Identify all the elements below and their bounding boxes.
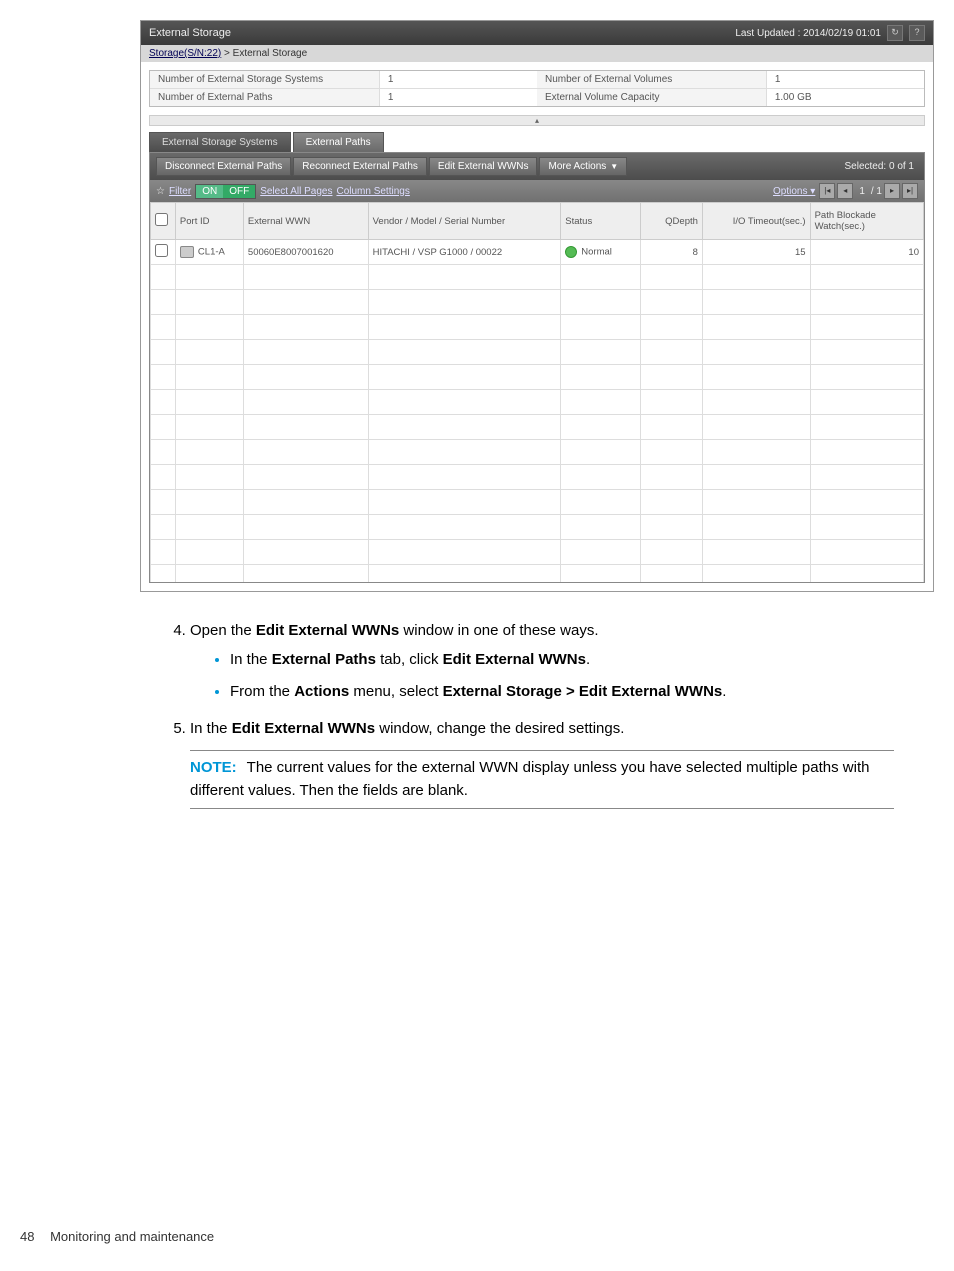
filter-toggle[interactable]: ON OFF [195,184,256,199]
chevron-down-icon: ▼ [610,162,618,171]
summary-row: Number of External Storage Systems 1 [150,71,537,89]
col-vendor-model[interactable]: Vendor / Model / Serial Number [368,203,561,240]
filter-bar: ☆ Filter ON OFF Select All Pages Column S… [150,180,924,202]
cell-timeout: 15 [702,240,810,265]
options-dropdown[interactable]: Options ▾ [773,186,815,197]
col-io-timeout[interactable]: I/O Timeout(sec.) [702,203,810,240]
pager-prev-icon[interactable]: ◂ [837,183,853,199]
summary-label: External Volume Capacity [537,89,767,106]
filter-link[interactable]: Filter [169,186,191,197]
status-normal-icon [565,246,577,258]
summary-row: Number of External Volumes 1 [537,71,924,89]
selected-count: Selected: 0 of 1 [845,161,915,172]
cell-blockade: 10 [810,240,923,265]
grid-scroll[interactable]: Port ID External WWN Vendor / Model / Se… [150,202,924,582]
cell-wwn: 50060E8007001620 [243,240,368,265]
summary-row: Number of External Paths 1 [150,89,537,106]
pager-total: / 1 [871,186,882,197]
table-row-empty [151,265,924,290]
note-body: The current values for the external WWN … [190,759,869,799]
table-row-empty [151,415,924,440]
summary-value: 1 [380,71,537,88]
tab-systems[interactable]: External Storage Systems [149,132,291,152]
tab-paths[interactable]: External Paths [293,132,384,152]
col-qdepth[interactable]: QDepth [640,203,702,240]
action-bar: Disconnect External Paths Reconnect Exte… [150,153,924,180]
cell-qdepth: 8 [640,240,702,265]
step-4: Open the Edit External WWNs window in on… [190,620,894,704]
last-updated: Last Updated : 2014/02/19 01:01 [735,28,881,39]
col-path-blockade[interactable]: Path Blockade Watch(sec.) [810,203,923,240]
bullet-actions-menu: From the Actions menu, select External S… [230,681,894,704]
table-row-empty [151,440,924,465]
table-row-empty [151,340,924,365]
summary-value: 1.00 GB [767,89,924,106]
page-number: 48 [20,1229,34,1244]
table-row[interactable]: CL1-A 50060E8007001620 HITACHI / VSP G10… [151,240,924,265]
table-row-empty [151,540,924,565]
tab-panel: Disconnect External Paths Reconnect Exte… [149,152,925,583]
table-row-empty [151,365,924,390]
breadcrumb: Storage(S/N:22) > External Storage [141,45,933,62]
breadcrumb-current: External Storage [233,48,308,59]
window-title: External Storage [149,27,231,39]
table-row-empty [151,390,924,415]
disconnect-button[interactable]: Disconnect External Paths [156,157,291,176]
pager-page: 1 [855,186,869,197]
pager: |◂ ◂ 1 / 1 ▸ ▸| [819,183,918,199]
external-paths-table: Port ID External WWN Vendor / Model / Se… [150,202,924,582]
col-external-wwn[interactable]: External WWN [243,203,368,240]
table-row-empty [151,490,924,515]
tab-bar: External Storage Systems External Paths [149,132,925,152]
cell-port: CL1-A [175,240,243,265]
edit-wwn-button[interactable]: Edit External WWNs [429,157,538,176]
summary-value: 1 [380,89,537,106]
section-title: Monitoring and maintenance [50,1229,214,1244]
pager-next-icon[interactable]: ▸ [884,183,900,199]
table-row-empty [151,515,924,540]
summary-value: 1 [767,71,924,88]
bullet-external-paths: In the External Paths tab, click Edit Ex… [230,649,894,672]
table-row-empty [151,465,924,490]
table-header-row: Port ID External WWN Vendor / Model / Se… [151,203,924,240]
col-status[interactable]: Status [561,203,640,240]
column-settings[interactable]: Column Settings [336,186,409,197]
select-all-pages[interactable]: Select All Pages [260,186,332,197]
port-icon [180,246,194,258]
summary-label: Number of External Volumes [537,71,767,88]
row-checkbox[interactable] [151,240,176,265]
refresh-icon[interactable]: ↻ [887,25,903,41]
help-icon[interactable]: ? [909,25,925,41]
table-row-empty [151,290,924,315]
col-checkbox[interactable] [151,203,176,240]
col-port-id[interactable]: Port ID [175,203,243,240]
collapse-handle-icon[interactable]: ▴ [149,115,925,126]
document-body: Open the Edit External WWNs window in on… [160,620,894,809]
page-footer: 48 Monitoring and maintenance [20,1229,934,1244]
pager-first-icon[interactable]: |◂ [819,183,835,199]
summary-label: Number of External Paths [150,89,380,106]
pager-last-icon[interactable]: ▸| [902,183,918,199]
note-box: NOTE:The current values for the external… [190,750,894,809]
cell-vendor: HITACHI / VSP G1000 / 00022 [368,240,561,265]
table-row-empty [151,565,924,583]
summary-panel: Number of External Storage Systems 1 Num… [149,70,925,107]
note-label: NOTE: [190,759,237,776]
select-all-checkbox[interactable] [155,213,168,226]
summary-row: External Volume Capacity 1.00 GB [537,89,924,106]
app-window: External Storage Last Updated : 2014/02/… [140,20,934,592]
reconnect-button[interactable]: Reconnect External Paths [293,157,427,176]
summary-label: Number of External Storage Systems [150,71,380,88]
more-actions-button[interactable]: More Actions▼ [539,157,627,176]
breadcrumb-link[interactable]: Storage(S/N:22) [149,48,221,59]
table-row-empty [151,315,924,340]
cell-status: Normal [561,240,640,265]
step-5: In the Edit External WWNs window, change… [190,718,894,810]
window-header: External Storage Last Updated : 2014/02/… [141,21,933,45]
filter-icon: ☆ [156,186,165,197]
